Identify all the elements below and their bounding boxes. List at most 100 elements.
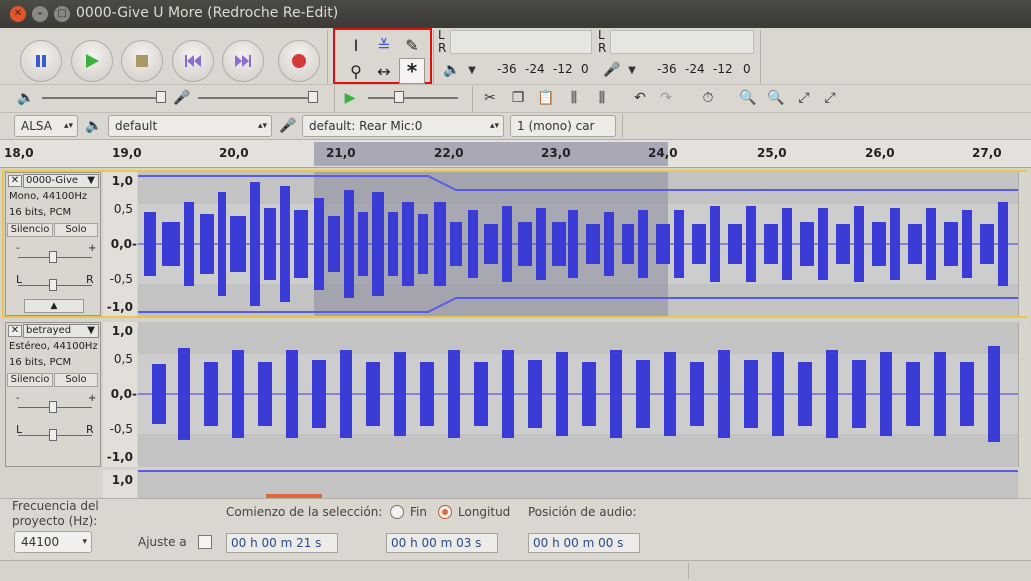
cut-icon[interactable]: ✂ [478, 86, 502, 110]
slider-thumb[interactable] [156, 91, 166, 103]
track-3-scale: 1,0 [103, 470, 137, 498]
input-device-select[interactable]: default: Rear Mic:0 ▴▾ [302, 115, 504, 137]
zoom-out-icon[interactable]: 🔍 [764, 86, 788, 110]
ruler-tick: 27,0 [972, 146, 1002, 160]
tools-toolbar: I ≚ ✎ ⚲ ↔ * [333, 28, 432, 84]
ruler-tick: 23,0 [541, 146, 571, 160]
track-name-menu[interactable]: 0000-Give ▼ [23, 174, 99, 188]
skip-end-icon [235, 55, 251, 67]
undo-icon[interactable]: ↶ [628, 86, 652, 110]
play-speed-slider[interactable] [368, 97, 458, 99]
selection-start-time[interactable]: 00 h 00 m 21 s [226, 533, 338, 553]
track-close-button[interactable]: ✕ [8, 175, 22, 187]
title-bar: ✕ – □ 0000-Give U More (Redroche Re-Edit… [0, 0, 1031, 28]
sync-lock-icon[interactable]: ⏱ [696, 86, 720, 110]
length-radio[interactable] [438, 505, 452, 519]
selection-start-label: Comienzo de la selección: [226, 505, 383, 519]
paste-icon[interactable]: 📋 [534, 86, 558, 110]
snap-to-checkbox[interactable] [198, 535, 212, 549]
record-icon [292, 54, 306, 68]
meter-tick: -24 [525, 62, 545, 76]
track-bit-depth: 16 bits, PCM [9, 357, 72, 368]
track-format: Estéreo, 44100Hz [9, 341, 98, 352]
meter-tick: 0 [581, 62, 589, 76]
ruler-tick: 24,0 [648, 146, 678, 160]
trim-icon[interactable]: ⫼ [562, 86, 586, 110]
input-channels-select[interactable]: 1 (mono) car [510, 115, 616, 137]
speaker-icon: 🔈 [85, 118, 103, 134]
play-icon [86, 54, 99, 68]
toolbar-area: I ≚ ✎ ⚲ ↔ * L R L R 🔈 ▼ -36 -24 -12 0 🎤 … [0, 28, 1031, 140]
track-close-button[interactable]: ✕ [8, 325, 22, 337]
meter2-right-label: R [598, 41, 607, 55]
solo-button[interactable]: Solo [54, 373, 98, 387]
microphone-icon: 🎤 [173, 90, 191, 106]
slider-thumb[interactable] [49, 251, 57, 263]
window-title: 0000-Give U More (Redroche Re-Edit) [76, 5, 339, 21]
audio-host-select[interactable]: ALSA ▴▾ [14, 115, 78, 137]
pause-icon [36, 55, 46, 67]
record-button[interactable] [278, 40, 320, 82]
silence-icon[interactable]: ⫼ [590, 86, 614, 110]
multi-tool-icon[interactable]: * [399, 58, 425, 84]
selection-length-time[interactable]: 00 h 00 m 03 s [386, 533, 498, 553]
fit-project-icon[interactable]: ⤢ [818, 86, 842, 110]
chevron-down-icon[interactable]: ▼ [620, 58, 644, 82]
minimize-window-icon[interactable]: – [32, 6, 48, 22]
output-device-select[interactable]: default ▴▾ [108, 115, 272, 137]
skip-end-button[interactable] [222, 40, 264, 82]
mute-button[interactable]: Silencio [7, 373, 53, 387]
slider-thumb[interactable] [394, 91, 404, 103]
play-button[interactable] [71, 40, 113, 82]
fit-selection-icon[interactable]: ⤢ [792, 86, 816, 110]
envelope-tool-icon[interactable]: ≚ [371, 32, 397, 58]
track-2-waveform[interactable] [138, 322, 1018, 467]
zoom-tool-icon[interactable]: ⚲ [343, 58, 369, 84]
track-2-scale: 1,0 0,5 0,0- -0,5 -1,0 [103, 322, 137, 467]
playback-meter-bar [450, 30, 592, 54]
track-1-waveform[interactable] [138, 172, 1025, 316]
close-window-icon[interactable]: ✕ [10, 6, 26, 22]
timeshift-tool-icon[interactable]: ↔ [371, 58, 397, 84]
redo-icon[interactable]: ↷ [654, 86, 678, 110]
pause-button[interactable] [20, 40, 62, 82]
chevron-down-icon[interactable]: ▼ [460, 58, 484, 82]
project-rate-select[interactable]: 44100 ▾ [14, 531, 92, 553]
meter-tick: -36 [497, 62, 517, 76]
slider-thumb[interactable] [49, 429, 57, 441]
ruler-tick: 19,0 [112, 146, 142, 160]
selection-tool-icon[interactable]: I [343, 32, 369, 58]
length-radio-label: Longitud [458, 505, 511, 519]
zoom-in-icon[interactable]: 🔍 [736, 86, 760, 110]
copy-icon[interactable]: ❐ [506, 86, 530, 110]
collapse-track-button[interactable]: ▲ [24, 299, 84, 313]
audio-position-time[interactable]: 00 h 00 m 00 s [528, 533, 640, 553]
end-radio[interactable] [390, 505, 404, 519]
slider-thumb[interactable] [308, 91, 318, 103]
ruler-tick: 18,0 [4, 146, 34, 160]
meter-right-label: R [438, 41, 447, 55]
maximize-window-icon[interactable]: □ [54, 6, 70, 22]
track-name-menu[interactable]: betrayed ▼ [23, 324, 99, 338]
skip-start-button[interactable] [172, 40, 214, 82]
stop-button[interactable] [121, 40, 163, 82]
record-volume-slider[interactable] [198, 97, 318, 99]
slider-thumb[interactable] [49, 279, 57, 291]
track-2-control-panel: ✕ betrayed ▼ Estéreo, 44100Hz 16 bits, PC… [5, 322, 101, 467]
playback-volume-slider[interactable] [42, 97, 166, 99]
ruler-tick: 26,0 [865, 146, 895, 160]
play-at-speed-icon[interactable]: ▶ [338, 86, 362, 110]
audio-position-label: Posición de audio: [528, 505, 637, 519]
track-2-resize-handle[interactable] [1018, 322, 1027, 467]
stop-icon [136, 55, 148, 67]
draw-tool-icon[interactable]: ✎ [399, 32, 425, 58]
solo-button[interactable]: Solo [54, 223, 98, 237]
timeline-ruler[interactable]: 18,0 19,0 20,0 21,0 22,0 23,0 24,0 25,0 … [0, 140, 1031, 168]
meter-tick: -36 [657, 62, 677, 76]
ruler-tick: 20,0 [219, 146, 249, 160]
track-bit-depth: 16 bits, PCM [9, 207, 72, 218]
track-1-resize-handle[interactable] [1018, 172, 1027, 316]
ruler-tick: 21,0 [326, 146, 356, 160]
mute-button[interactable]: Silencio [7, 223, 53, 237]
slider-thumb[interactable] [49, 401, 57, 413]
